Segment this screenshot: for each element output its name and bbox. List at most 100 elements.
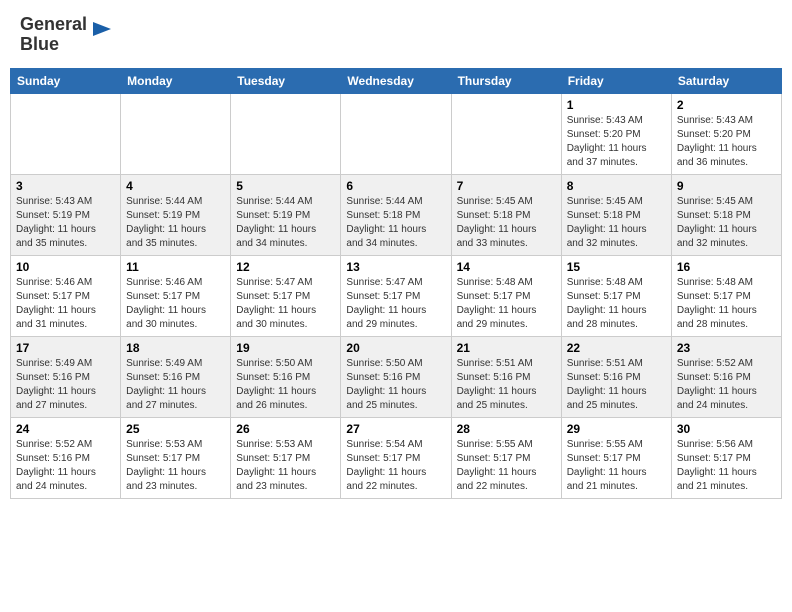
day-number: 7: [457, 179, 556, 193]
day-number: 27: [346, 422, 445, 436]
calendar-week-row: 3Sunrise: 5:43 AM Sunset: 5:19 PM Daylig…: [11, 175, 782, 256]
calendar-cell: 16 Sunrise: 5:48 AM Sunset: 5:17 PM Dayli…: [671, 256, 781, 337]
weekday-header-monday: Monday: [121, 69, 231, 94]
day-number: 21: [457, 341, 556, 355]
day-number: 16: [677, 260, 776, 274]
calendar-cell: 9 Sunrise: 5:45 AM Sunset: 5:18 PM Daylig…: [671, 175, 781, 256]
calendar-cell: 15 Sunrise: 5:48 AM Sunset: 5:17 PM Dayli…: [561, 256, 671, 337]
day-number: 22: [567, 341, 666, 355]
weekday-header-tuesday: Tuesday: [231, 69, 341, 94]
day-info: Sunrise: 5:44 AM Sunset: 5:19 PM Dayligh…: [126, 195, 225, 251]
day-info: Sunrise: 5:49 AM Sunset: 5:16 PM Dayligh…: [126, 357, 225, 413]
day-number: 17: [16, 341, 115, 355]
day-info: Sunrise: 5:45 AM Sunset: 5:18 PM Dayligh…: [567, 195, 666, 251]
calendar-cell: 28Sunrise: 5:55 AM Sunset: 5:17 PM Dayli…: [451, 418, 561, 499]
calendar-cell: 19Sunrise: 5:50 AM Sunset: 5:16 PM Dayli…: [231, 337, 341, 418]
day-info: Sunrise: 5:52 AM Sunset: 5:16 PM Dayligh…: [16, 438, 115, 494]
day-number: 10: [16, 260, 115, 274]
calendar-week-row: 24 Sunrise: 5:52 AM Sunset: 5:16 PM Dayli…: [11, 418, 782, 499]
day-info: Sunrise: 5:44 AM Sunset: 5:19 PM Dayligh…: [236, 195, 335, 251]
calendar-cell: 21 Sunrise: 5:51 AM Sunset: 5:16 PM Dayli…: [451, 337, 561, 418]
day-info: Sunrise: 5:51 AM Sunset: 5:16 PM Dayligh…: [457, 357, 556, 413]
day-info: Sunrise: 5:47 AM Sunset: 5:17 PM Dayligh…: [236, 276, 335, 332]
day-number: 13: [346, 260, 445, 274]
weekday-header-thursday: Thursday: [451, 69, 561, 94]
day-info: Sunrise: 5:48 AM Sunset: 5:17 PM Dayligh…: [677, 276, 776, 332]
day-number: 2: [677, 98, 776, 112]
day-number: 29: [567, 422, 666, 436]
day-number: 5: [236, 179, 335, 193]
calendar-cell: 6 Sunrise: 5:44 AM Sunset: 5:18 PM Daylig…: [341, 175, 451, 256]
calendar-header-row: SundayMondayTuesdayWednesdayThursdayFrid…: [11, 69, 782, 94]
day-info: Sunrise: 5:47 AM Sunset: 5:17 PM Dayligh…: [346, 276, 445, 332]
day-number: 26: [236, 422, 335, 436]
calendar-cell: 30 Sunrise: 5:56 AM Sunset: 5:17 PM Dayli…: [671, 418, 781, 499]
day-info: Sunrise: 5:56 AM Sunset: 5:17 PM Dayligh…: [677, 438, 776, 494]
calendar-cell: 8 Sunrise: 5:45 AM Sunset: 5:18 PM Daylig…: [561, 175, 671, 256]
logo-text-general: General: [20, 14, 87, 34]
day-info: Sunrise: 5:48 AM Sunset: 5:17 PM Dayligh…: [567, 276, 666, 332]
calendar-cell: 11Sunrise: 5:46 AM Sunset: 5:17 PM Dayli…: [121, 256, 231, 337]
page-header: General Blue: [10, 10, 782, 60]
weekday-header-saturday: Saturday: [671, 69, 781, 94]
day-info: Sunrise: 5:45 AM Sunset: 5:18 PM Dayligh…: [457, 195, 556, 251]
calendar-cell: [231, 94, 341, 175]
day-number: 6: [346, 179, 445, 193]
calendar-cell: 4 Sunrise: 5:44 AM Sunset: 5:19 PM Daylig…: [121, 175, 231, 256]
calendar-cell: 17 Sunrise: 5:49 AM Sunset: 5:16 PM Dayli…: [11, 337, 121, 418]
day-info: Sunrise: 5:45 AM Sunset: 5:18 PM Dayligh…: [677, 195, 776, 251]
logo-arrow-icon: [91, 18, 113, 40]
day-info: Sunrise: 5:52 AM Sunset: 5:16 PM Dayligh…: [677, 357, 776, 413]
day-number: 24: [16, 422, 115, 436]
calendar-cell: 2 Sunrise: 5:43 AM Sunset: 5:20 PM Daylig…: [671, 94, 781, 175]
calendar-cell: 3Sunrise: 5:43 AM Sunset: 5:19 PM Daylig…: [11, 175, 121, 256]
calendar-cell: 1 Sunrise: 5:43 AM Sunset: 5:20 PM Daylig…: [561, 94, 671, 175]
calendar-cell: 26Sunrise: 5:53 AM Sunset: 5:17 PM Dayli…: [231, 418, 341, 499]
calendar-cell: 20 Sunrise: 5:50 AM Sunset: 5:16 PM Dayli…: [341, 337, 451, 418]
day-number: 15: [567, 260, 666, 274]
day-info: Sunrise: 5:53 AM Sunset: 5:17 PM Dayligh…: [126, 438, 225, 494]
day-info: Sunrise: 5:50 AM Sunset: 5:16 PM Dayligh…: [346, 357, 445, 413]
calendar-cell: 14 Sunrise: 5:48 AM Sunset: 5:17 PM Dayli…: [451, 256, 561, 337]
calendar-cell: 10Sunrise: 5:46 AM Sunset: 5:17 PM Dayli…: [11, 256, 121, 337]
calendar-cell: 23 Sunrise: 5:52 AM Sunset: 5:16 PM Dayli…: [671, 337, 781, 418]
day-number: 30: [677, 422, 776, 436]
day-info: Sunrise: 5:43 AM Sunset: 5:19 PM Dayligh…: [16, 195, 115, 251]
day-number: 8: [567, 179, 666, 193]
day-number: 23: [677, 341, 776, 355]
day-number: 28: [457, 422, 556, 436]
day-info: Sunrise: 5:48 AM Sunset: 5:17 PM Dayligh…: [457, 276, 556, 332]
logo-text-blue: Blue: [20, 34, 59, 54]
calendar-cell: 25 Sunrise: 5:53 AM Sunset: 5:17 PM Dayli…: [121, 418, 231, 499]
calendar-cell: 29 Sunrise: 5:55 AM Sunset: 5:17 PM Dayli…: [561, 418, 671, 499]
calendar-cell: 18Sunrise: 5:49 AM Sunset: 5:16 PM Dayli…: [121, 337, 231, 418]
calendar-cell: 5 Sunrise: 5:44 AM Sunset: 5:19 PM Daylig…: [231, 175, 341, 256]
calendar-cell: [121, 94, 231, 175]
calendar-week-row: 10 Sunrise: 5:46 AM Sunset: 5:17 PM Dayli…: [11, 256, 782, 337]
calendar-cell: [11, 94, 121, 175]
day-number: 1: [567, 98, 666, 112]
day-info: Sunrise: 5:51 AM Sunset: 5:16 PM Dayligh…: [567, 357, 666, 413]
calendar-cell: 22 Sunrise: 5:51 AM Sunset: 5:16 PM Dayli…: [561, 337, 671, 418]
day-info: Sunrise: 5:44 AM Sunset: 5:18 PM Dayligh…: [346, 195, 445, 251]
day-number: 14: [457, 260, 556, 274]
day-info: Sunrise: 5:54 AM Sunset: 5:17 PM Dayligh…: [346, 438, 445, 494]
day-number: 9: [677, 179, 776, 193]
calendar-cell: [341, 94, 451, 175]
calendar-cell: 27 Sunrise: 5:54 AM Sunset: 5:17 PM Dayli…: [341, 418, 451, 499]
calendar-cell: 12Sunrise: 5:47 AM Sunset: 5:17 PM Dayli…: [231, 256, 341, 337]
day-number: 25: [126, 422, 225, 436]
logo: General Blue: [20, 15, 113, 55]
day-info: Sunrise: 5:43 AM Sunset: 5:20 PM Dayligh…: [567, 114, 666, 170]
day-number: 4: [126, 179, 225, 193]
day-info: Sunrise: 5:49 AM Sunset: 5:16 PM Dayligh…: [16, 357, 115, 413]
day-number: 20: [346, 341, 445, 355]
weekday-header-sunday: Sunday: [11, 69, 121, 94]
calendar-cell: 13 Sunrise: 5:47 AM Sunset: 5:17 PM Dayli…: [341, 256, 451, 337]
day-info: Sunrise: 5:43 AM Sunset: 5:20 PM Dayligh…: [677, 114, 776, 170]
day-number: 19: [236, 341, 335, 355]
day-info: Sunrise: 5:46 AM Sunset: 5:17 PM Dayligh…: [126, 276, 225, 332]
day-info: Sunrise: 5:55 AM Sunset: 5:17 PM Dayligh…: [567, 438, 666, 494]
calendar-cell: 7 Sunrise: 5:45 AM Sunset: 5:18 PM Daylig…: [451, 175, 561, 256]
weekday-header-wednesday: Wednesday: [341, 69, 451, 94]
